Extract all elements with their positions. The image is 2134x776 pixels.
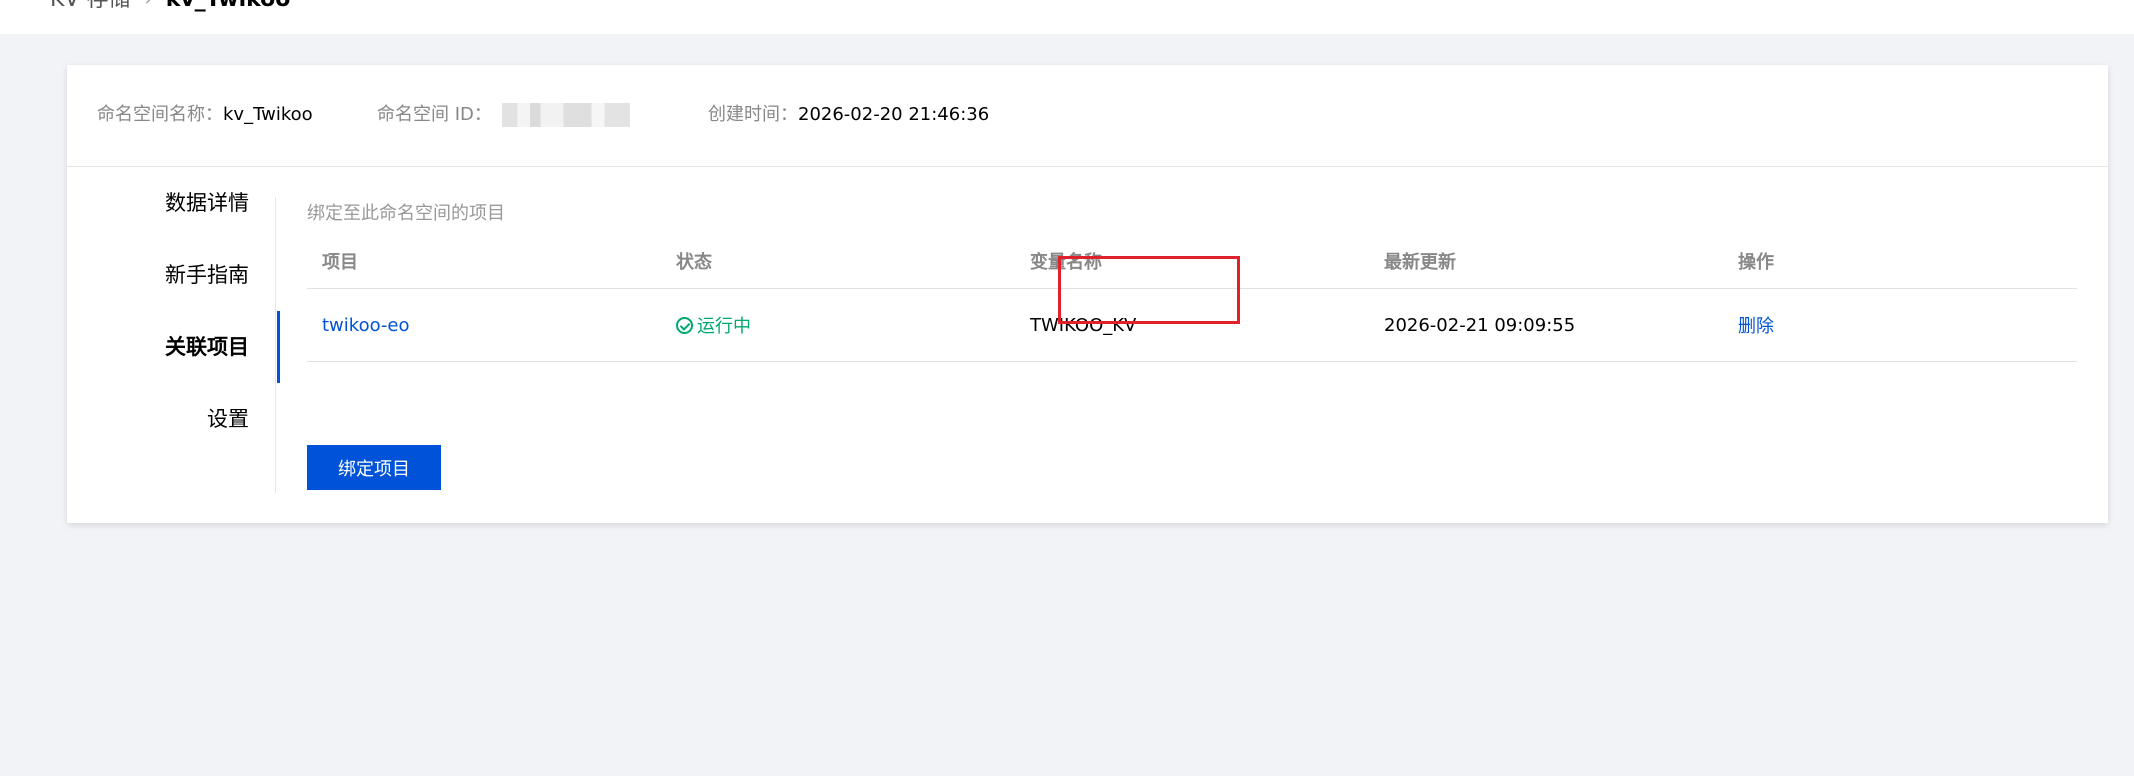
header-updated: 最新更新	[1384, 251, 1456, 273]
breadcrumb-separator-icon: ›	[144, 0, 151, 12]
section-title: 绑定至此命名空间的项目	[307, 203, 505, 224]
row-updated-cell: 2026-02-21 09:09:55	[1384, 289, 1575, 361]
row-status-cell: 运行中	[676, 289, 751, 361]
created-time-value: 2026-02-20 21:46:36	[798, 104, 990, 125]
breadcrumb-current: kv_Twikoo	[166, 0, 291, 12]
header-variable: 变量名称	[1030, 251, 1102, 273]
linked-projects-panel: 绑定至此命名空间的项目 项目 状态 变量名称 最新更新 操作 twikoo-eo…	[307, 167, 2077, 523]
status-text: 运行中	[697, 316, 751, 337]
delete-link[interactable]: 删除	[1738, 312, 1774, 338]
namespace-created: 创建时间：2026-02-20 21:46:36	[708, 103, 989, 127]
row-action-cell: 删除	[1738, 289, 1774, 361]
nav-item-linked-projects[interactable]: 关联项目	[67, 311, 280, 383]
header-status: 状态	[676, 251, 712, 273]
nav-divider	[275, 197, 276, 493]
row-variable-cell: TWIKOO_KV	[1030, 289, 1136, 361]
created-time-label: 创建时间：	[708, 104, 798, 125]
nav-item-guide[interactable]: 新手指南	[67, 239, 277, 311]
namespace-id-redacted	[501, 103, 630, 127]
side-nav: 数据详情 新手指南 关联项目 设置	[67, 167, 280, 523]
breadcrumb-parent[interactable]: KV 存储	[50, 0, 130, 12]
updated-time: 2026-02-21 09:09:55	[1384, 314, 1576, 336]
table-row: twikoo-eo 运行中 TWIKOO_KV 2026-02-21 09:09…	[307, 289, 2077, 362]
table-header: 项目 状态 变量名称 最新更新 操作	[307, 233, 2077, 289]
variable-name: TWIKOO_KV	[1030, 314, 1137, 336]
projects-table: 项目 状态 变量名称 最新更新 操作 twikoo-eo 运行中 TWIKOO_…	[307, 233, 2077, 362]
namespace-id-label: 命名空间 ID：	[377, 104, 492, 125]
namespace-info-bar: 命名空间名称：kv_Twikoo 命名空间 ID： 创建时间：2026-02-2…	[67, 65, 2108, 167]
project-link[interactable]: twikoo-eo	[322, 315, 410, 336]
namespace-name-label: 命名空间名称：	[97, 104, 223, 125]
namespace-name-value: kv_Twikoo	[223, 104, 313, 125]
nav-item-settings[interactable]: 设置	[67, 383, 277, 455]
namespace-name: 命名空间名称：kv_Twikoo	[97, 103, 313, 127]
nav-item-data-details[interactable]: 数据详情	[67, 167, 277, 239]
bind-project-button[interactable]: 绑定项目	[307, 445, 441, 490]
header-project: 项目	[322, 251, 358, 273]
top-bar: KV 存储 › kv_Twikoo	[0, 0, 2134, 34]
row-project-cell: twikoo-eo	[322, 289, 410, 361]
namespace-card: 命名空间名称：kv_Twikoo 命名空间 ID： 创建时间：2026-02-2…	[67, 65, 2108, 523]
namespace-id: 命名空间 ID：	[377, 103, 630, 127]
breadcrumb: KV 存储 › kv_Twikoo	[50, 0, 290, 12]
check-circle-icon	[676, 316, 693, 334]
header-action: 操作	[1738, 251, 1774, 273]
